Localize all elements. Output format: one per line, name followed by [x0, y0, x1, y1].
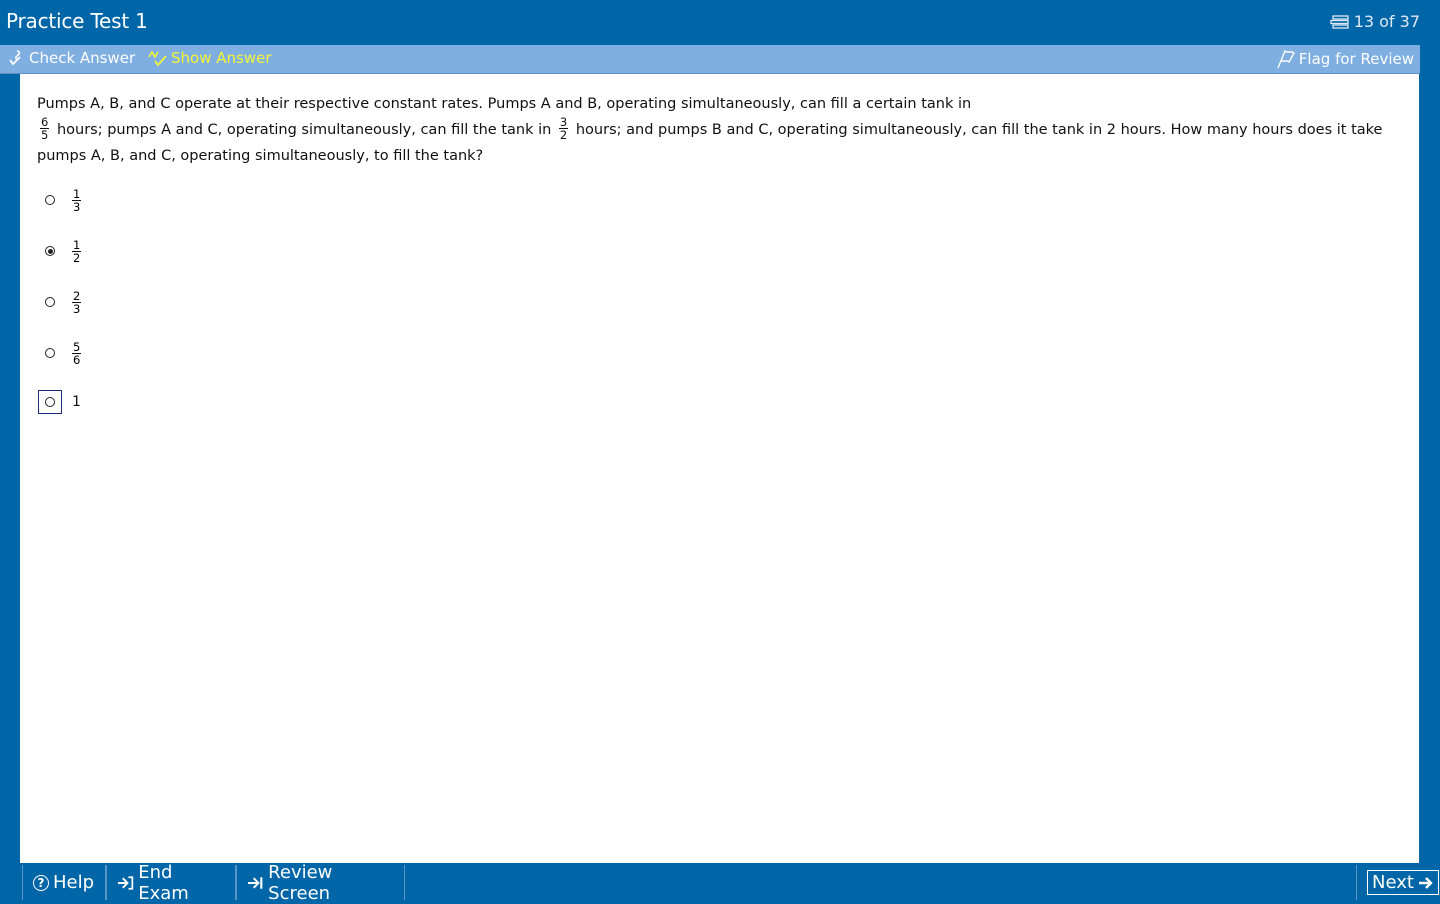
question-counter-icon — [1330, 14, 1349, 29]
fraction-numerator: 1 — [72, 237, 82, 252]
next-button[interactable]: Next — [1356, 865, 1440, 900]
choice-fraction: 13 — [72, 186, 82, 214]
flag-for-review-button[interactable]: Flag for Review — [1276, 49, 1414, 69]
stem-text-2: hours; pumps A and C, operating simultan… — [56, 122, 552, 138]
question-stem: Pumps A, B, and C operate at their respe… — [37, 91, 1387, 169]
flag-icon — [1277, 49, 1295, 69]
radio-button-e[interactable] — [45, 397, 55, 407]
app-title: Practice Test 1 — [6, 9, 148, 33]
bottom-bar: ? Help End Exam Review Screen Next — [0, 862, 1440, 904]
fraction-denominator: 5 — [41, 127, 49, 142]
check-answer-button[interactable]: Check Answer — [8, 49, 135, 67]
help-button[interactable]: ? Help — [22, 865, 106, 900]
fraction-denominator: 3 — [73, 199, 81, 214]
fraction-three-halves: 32 — [558, 114, 569, 142]
stem-text-1: Pumps A, B, and C operate at their respe… — [37, 96, 972, 112]
show-answer-button[interactable]: Show Answer — [148, 49, 272, 67]
question-progress: 13 of 37 — [1330, 12, 1420, 31]
review-screen-label: Review Screen — [268, 861, 333, 904]
end-exam-button[interactable]: End Exam — [106, 862, 236, 904]
answer-choice-d[interactable]: 56 — [38, 338, 84, 368]
review-screen-button[interactable]: Review Screen — [236, 862, 405, 904]
fraction-numerator: 2 — [72, 288, 82, 303]
radio-focus-ring — [38, 390, 62, 414]
check-answer-label: Check Answer — [29, 49, 136, 67]
fraction-denominator: 6 — [73, 352, 81, 367]
fraction-denominator: 3 — [73, 301, 81, 316]
check-answer-icon — [9, 50, 21, 66]
fraction-numerator: 6 — [40, 114, 50, 129]
fraction-denominator: 2 — [73, 250, 81, 265]
progress-text: 13 of 37 — [1353, 12, 1420, 31]
radio-wrap — [38, 239, 62, 263]
help-icon: ? — [33, 874, 49, 891]
title-bar: Practice Test 1 13 of 37 — [0, 0, 1440, 44]
radio-button-c[interactable] — [45, 297, 55, 307]
answer-choice-e[interactable]: 1 — [38, 387, 81, 417]
fraction-six-fifths: 65 — [40, 114, 50, 142]
show-answer-label: Show Answer — [171, 49, 272, 67]
arrow-right-icon — [1418, 876, 1433, 889]
choice-fraction: 23 — [72, 288, 82, 316]
radio-wrap — [38, 290, 62, 314]
answer-choice-c[interactable]: 23 — [38, 287, 84, 317]
end-exam-icon — [117, 875, 134, 890]
help-label: Help — [53, 872, 95, 893]
end-exam-label: End Exam — [138, 861, 189, 904]
fraction-numerator: 1 — [72, 186, 82, 201]
radio-wrap — [38, 188, 62, 212]
radio-button-a[interactable] — [45, 195, 55, 205]
fraction-numerator: 5 — [72, 339, 82, 354]
choice-fraction: 12 — [72, 237, 82, 265]
fraction-numerator: 3 — [558, 114, 569, 129]
question-pane: Pumps A, B, and C operate at their respe… — [20, 74, 1419, 863]
next-focus-box: Next — [1367, 870, 1439, 895]
toolbar: Check Answer Show Answer Flag for Review — [0, 45, 1420, 74]
next-label: Next — [1372, 872, 1414, 893]
answer-choice-a[interactable]: 13 — [38, 185, 84, 215]
fraction-denominator: 2 — [559, 127, 568, 142]
radio-wrap — [38, 341, 62, 365]
flag-for-review-label: Flag for Review — [1298, 50, 1414, 68]
choice-fraction: 56 — [72, 339, 82, 367]
answer-choice-b[interactable]: 12 — [38, 236, 84, 266]
choice-text: 1 — [72, 394, 81, 410]
show-answer-icon — [148, 50, 167, 67]
radio-button-d[interactable] — [45, 348, 55, 358]
review-screen-icon — [247, 876, 263, 889]
radio-button-b[interactable] — [45, 246, 55, 256]
